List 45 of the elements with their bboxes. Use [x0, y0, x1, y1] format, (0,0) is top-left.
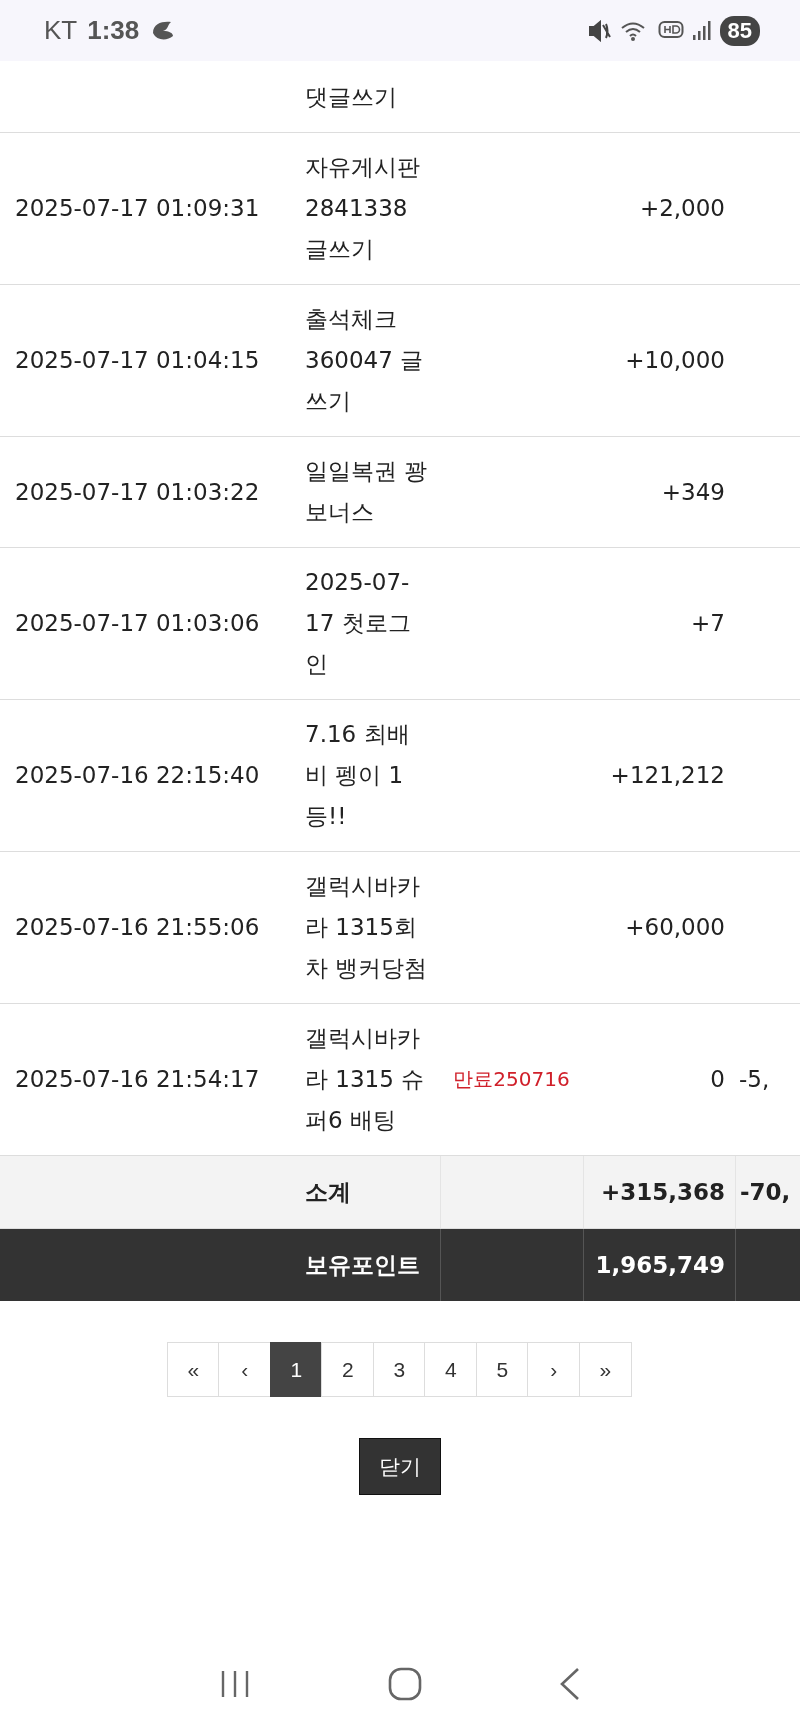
amount-cell-text: 0 [710, 1065, 725, 1094]
description-cell-text: 7.16 최배비 펭이 1등!! [305, 720, 411, 831]
page-button[interactable]: 3 [372, 1342, 426, 1397]
amount-cell-text: +10,000 [625, 346, 725, 375]
signal-icon [691, 19, 712, 42]
carrier-label: KT [44, 15, 78, 46]
page-button[interactable]: 4 [424, 1342, 478, 1397]
subtotal-value: -70, [740, 1177, 791, 1207]
subtotal-label: 소계 [305, 1177, 351, 1207]
date-cell-text: 2025-07-16 21:54:17 [15, 1065, 260, 1094]
battery-indicator: 85 [719, 15, 760, 46]
amount-cell-text: +121,212 [610, 761, 725, 790]
page-button[interactable]: 5 [475, 1342, 529, 1397]
description-cell-text: 일일복권 꽝 보너스 [305, 457, 429, 527]
clock-time: 1:38 [87, 15, 140, 46]
page-button[interactable]: » [578, 1342, 632, 1397]
expiry-cell-text: 만료250716 [453, 1066, 570, 1093]
close-button[interactable]: 닫기 [359, 1438, 441, 1495]
description-cell-text: 갤럭시바카라 1315회차 뱅커당첨 [305, 872, 429, 983]
date-cell-text: 2025-07-17 01:03:22 [15, 477, 260, 507]
home-icon[interactable] [388, 1667, 422, 1701]
date-cell-text: 2025-07-17 01:03:06 [15, 609, 260, 638]
amount-cell-text: +349 [661, 477, 725, 507]
amount-cell-text: +7 [691, 609, 725, 638]
table-cell-text: -5, [739, 1065, 770, 1094]
balance-amount: 1,965,749 [595, 1250, 725, 1280]
date-cell-text: 2025-07-16 21:55:06 [15, 913, 260, 942]
page-button[interactable]: « [166, 1342, 220, 1397]
subtotal-amount: +315,368 [600, 1177, 725, 1207]
page-button[interactable]: 1 [269, 1342, 323, 1397]
date-cell-text: 2025-07-17 01:09:31 [15, 194, 260, 223]
date-cell-text: 2025-07-17 01:04:15 [15, 346, 260, 375]
page-button[interactable]: › [527, 1342, 581, 1397]
description-cell-text: 갤럭시바카라 1315 슈퍼6 배팅 [305, 1024, 426, 1135]
amount-cell-text: +60,000 [625, 913, 725, 942]
description-cell-text: 자유게시판 2841338 글쓰기 [305, 153, 421, 264]
date-cell-text: 2025-07-16 22:15:40 [15, 761, 260, 790]
description-cell-text: 댓글쓰기 [305, 83, 397, 112]
page-button[interactable]: 2 [321, 1342, 375, 1397]
description-cell-text: 2025-07-17 첫로그인 [305, 568, 412, 679]
mute-icon [587, 19, 612, 42]
amount-cell-text: +2,000 [639, 194, 725, 223]
description-cell-text: 출석체크 360047 글쓰기 [305, 305, 425, 416]
balance-label: 보유포인트 [305, 1250, 420, 1280]
page-button[interactable]: ‹ [218, 1342, 272, 1397]
